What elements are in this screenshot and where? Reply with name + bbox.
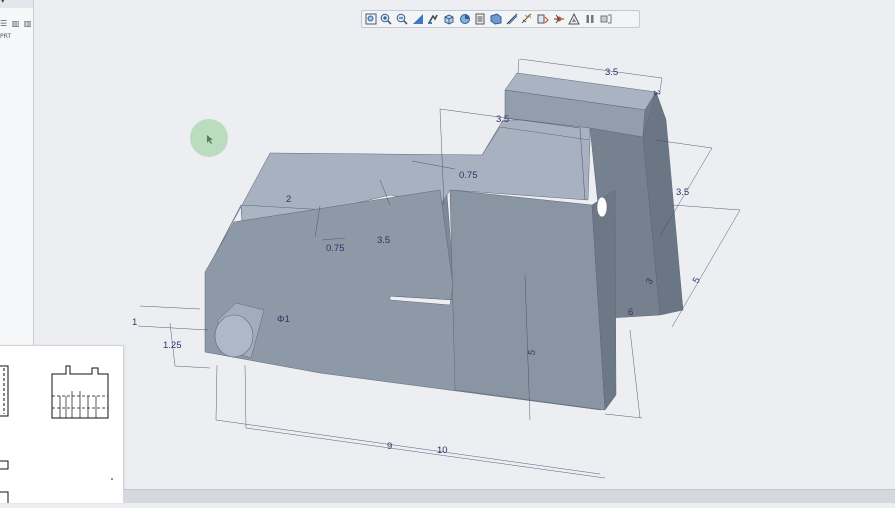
section-icon[interactable] bbox=[568, 13, 581, 26]
next-icon[interactable] bbox=[599, 13, 612, 26]
graphics-toolbar bbox=[361, 10, 640, 28]
drawing-thumbnail-panel[interactable] bbox=[0, 345, 124, 503]
annotation-icon[interactable] bbox=[537, 13, 550, 26]
datum-display-icon[interactable] bbox=[505, 13, 518, 26]
model-tree-panel[interactable]: ▾ ☰ ▥ ▥ PRT bbox=[0, 0, 34, 345]
tree-toolbar-icons[interactable]: ☰ ▥ ▥ bbox=[0, 19, 32, 28]
repaint-icon[interactable] bbox=[411, 13, 424, 26]
zoom-fit-icon[interactable] bbox=[364, 13, 377, 26]
zoom-in-icon[interactable] bbox=[380, 13, 393, 26]
pause-icon[interactable] bbox=[584, 13, 597, 26]
layers-icon[interactable] bbox=[474, 13, 487, 26]
mouse-pointer-icon bbox=[207, 135, 213, 144]
drawing-preview bbox=[0, 365, 113, 503]
status-bar bbox=[123, 489, 895, 503]
display-style-icon[interactable] bbox=[490, 13, 503, 26]
saved-views-icon[interactable] bbox=[458, 13, 471, 26]
view-cube-icon[interactable] bbox=[442, 13, 455, 26]
pan-icon[interactable] bbox=[427, 13, 440, 26]
spin-center-icon[interactable] bbox=[552, 13, 565, 26]
collapse-arrow-icon[interactable]: ▾ bbox=[1, 0, 5, 5]
model-tree-item-label[interactable]: PRT bbox=[0, 33, 11, 40]
zoom-out-icon[interactable] bbox=[395, 13, 408, 26]
sketch-icon[interactable] bbox=[521, 13, 534, 26]
graphics-viewport[interactable] bbox=[34, 8, 895, 490]
